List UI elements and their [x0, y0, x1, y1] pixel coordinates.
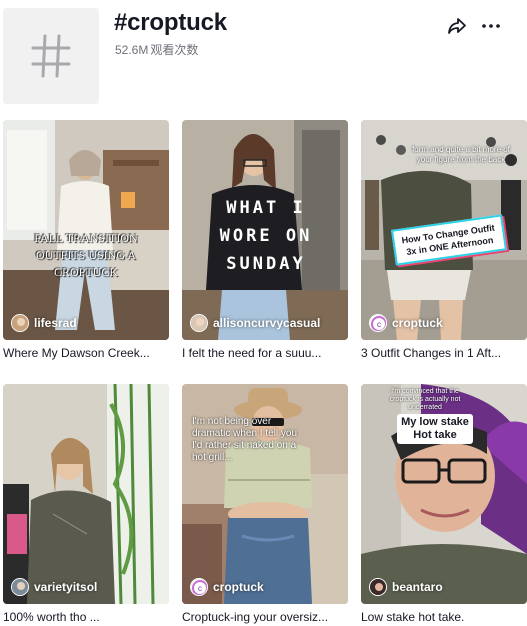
video-card[interactable]: FALL TRANSITION OUTFITS USING A CROPTUCK… [3, 120, 169, 360]
author-name: croptuck [213, 580, 264, 594]
video-caption[interactable]: Croptuck-ing your oversiz... [182, 610, 348, 624]
more-dots-icon [482, 24, 500, 28]
avatar [190, 314, 208, 332]
video-overlay-text: FALL TRANSITION OUTFITS USING A CROPTUCK [34, 231, 138, 279]
video-card[interactable]: I'm convinced that the croptuck is actua… [361, 384, 527, 624]
video-thumbnail[interactable]: varietyitsol [3, 384, 169, 604]
svg-text:c: c [198, 584, 202, 593]
avatar: c [190, 578, 208, 596]
hashtag-header: #croptuck 52.6M 观看次数 [0, 0, 527, 110]
video-thumbnail[interactable]: FALL TRANSITION OUTFITS USING A CROPTUCK… [3, 120, 169, 340]
author-name: croptuck [392, 316, 443, 330]
video-caption[interactable]: Low stake hot take. [361, 610, 527, 624]
author-link[interactable]: beantaro [369, 578, 443, 596]
author-link[interactable]: allisoncurvycasual [190, 314, 320, 332]
avatar [369, 578, 387, 596]
share-icon [448, 18, 466, 34]
author-link[interactable]: c croptuck [190, 578, 264, 596]
video-card[interactable]: varietyitsol 100% worth tho ... [3, 384, 169, 624]
svg-text:c: c [377, 320, 381, 329]
hash-icon [31, 34, 71, 78]
video-caption[interactable]: Where My Dawson Creek... [3, 346, 169, 360]
video-thumbnail[interactable]: I'm not being over dramatic when I tell … [182, 384, 348, 604]
hashtag-thumbnail [3, 8, 99, 104]
video-card[interactable]: I'm not being over dramatic when I tell … [182, 384, 348, 624]
author-name: lifesrad [34, 316, 77, 330]
video-thumbnail[interactable]: WHAT I WORE ON SUNDAY allisoncurvycasual [182, 120, 348, 340]
author-link[interactable]: lifesrad [11, 314, 77, 332]
video-overlay-text: I'm not being over dramatic when I tell … [192, 416, 298, 463]
avatar [11, 314, 29, 332]
author-name: beantaro [392, 580, 443, 594]
hashtag-views: 52.6M 观看次数 [115, 41, 200, 58]
author-name: allisoncurvycasual [213, 316, 321, 330]
author-name: varietyitsol [34, 580, 98, 594]
author-link[interactable]: c croptuck [369, 314, 443, 332]
share-button[interactable] [446, 15, 468, 37]
author-link[interactable]: varietyitsol [11, 578, 97, 596]
avatar: c [369, 314, 387, 332]
video-card[interactable]: form and quite a bit more of your figure… [361, 120, 527, 360]
avatar [11, 578, 29, 596]
hashtag-title: #croptuck [114, 9, 227, 36]
views-count: 52.6M [115, 43, 149, 57]
video-caption[interactable]: 100% worth tho ... [3, 610, 169, 624]
video-overlay-subtext: I'm convinced that the croptuck is actua… [389, 388, 461, 411]
video-thumbnail[interactable]: form and quite a bit more of your figure… [361, 120, 527, 340]
video-thumbnail[interactable]: I'm convinced that the croptuck is actua… [361, 384, 527, 604]
more-button[interactable] [480, 15, 502, 37]
video-caption[interactable]: 3 Outfit Changes in 1 Aft... [361, 346, 527, 360]
views-label: 观看次数 [150, 43, 199, 57]
video-overlay-text: WHAT I WORE ON SUNDAY [219, 198, 313, 274]
video-overlay-subtext: form and quite a bit more of your figure… [412, 145, 510, 164]
video-frame-image [3, 384, 169, 604]
video-overlay-text: My low stake Hot take [397, 414, 473, 444]
video-card[interactable]: WHAT I WORE ON SUNDAY allisoncurvycasual… [182, 120, 348, 360]
video-caption[interactable]: I felt the need for a suuu... [182, 346, 348, 360]
